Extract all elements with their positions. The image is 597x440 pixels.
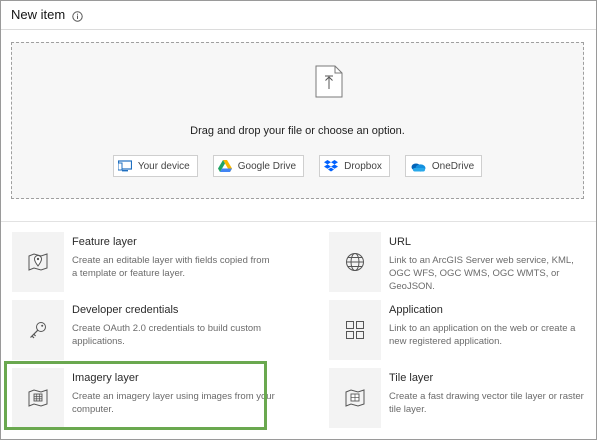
tile-layer-description: Create a fast drawing vector tile layer … <box>389 391 584 415</box>
tile-map-icon <box>345 389 365 407</box>
upload-icon <box>315 65 343 98</box>
your-device-label: Your device <box>137 160 190 172</box>
feature-layer-description: Create an editable layer with fields cop… <box>72 255 270 279</box>
feature-layer-option[interactable]: Feature layer Create an editable layer w… <box>12 232 280 292</box>
file-dropzone[interactable]: Drag and drop your file or choose an opt… <box>11 42 584 199</box>
device-icon <box>117 160 132 172</box>
application-icon-box <box>329 300 381 360</box>
onedrive-label: OneDrive <box>431 160 475 172</box>
onedrive-icon <box>411 163 426 172</box>
google-drive-button[interactable]: Google Drive <box>212 155 305 177</box>
dropbox-label: Dropbox <box>344 160 382 172</box>
url-description: Link to an ArcGIS Server web service, KM… <box>389 255 574 292</box>
application-description: Link to an application on the web or cre… <box>389 323 576 347</box>
developer-credentials-option[interactable]: Developer credentials Create OAuth 2.0 c… <box>12 300 280 360</box>
tile-layer-title: Tile layer <box>389 372 434 384</box>
your-device-button[interactable]: Your device <box>112 155 198 177</box>
developer-credentials-icon-box <box>12 300 64 360</box>
dropbox-button[interactable]: Dropbox <box>319 155 390 177</box>
header-divider <box>1 29 596 30</box>
google-drive-label: Google Drive <box>237 160 297 172</box>
feature-layer-title: Feature layer <box>72 236 137 248</box>
new-item-dialog: New item Drag and drop your file or choo… <box>0 0 597 440</box>
url-icon-box <box>329 232 381 292</box>
developer-credentials-title: Developer credentials <box>72 304 179 316</box>
map-pin-icon <box>28 253 48 271</box>
url-title: URL <box>389 236 412 248</box>
grid-icon <box>346 321 364 339</box>
dialog-header: New item <box>11 7 83 22</box>
onedrive-button[interactable]: OneDrive <box>404 155 483 177</box>
dialog-title: New item <box>11 7 66 22</box>
imagery-layer-highlight <box>4 361 267 430</box>
globe-icon <box>346 253 364 271</box>
application-option[interactable]: Application Link to an application on th… <box>329 300 596 360</box>
upload-source-buttons: Your device Google Drive Dropbox OneDriv… <box>12 155 583 177</box>
dropzone-instructions: Drag and drop your file or choose an opt… <box>190 125 405 137</box>
google-drive-icon <box>217 160 232 172</box>
application-title: Application <box>389 304 443 316</box>
dropbox-icon <box>324 160 339 172</box>
developer-credentials-description: Create OAuth 2.0 credentials to build cu… <box>72 323 262 347</box>
url-option[interactable]: URL Link to an ArcGIS Server web service… <box>329 232 596 292</box>
info-icon[interactable] <box>72 9 83 22</box>
key-icon <box>30 322 46 339</box>
section-divider <box>1 221 596 222</box>
feature-layer-icon-box <box>12 232 64 292</box>
tile-layer-option[interactable]: Tile layer Create a fast drawing vector … <box>329 368 596 428</box>
tile-layer-icon-box <box>329 368 381 428</box>
